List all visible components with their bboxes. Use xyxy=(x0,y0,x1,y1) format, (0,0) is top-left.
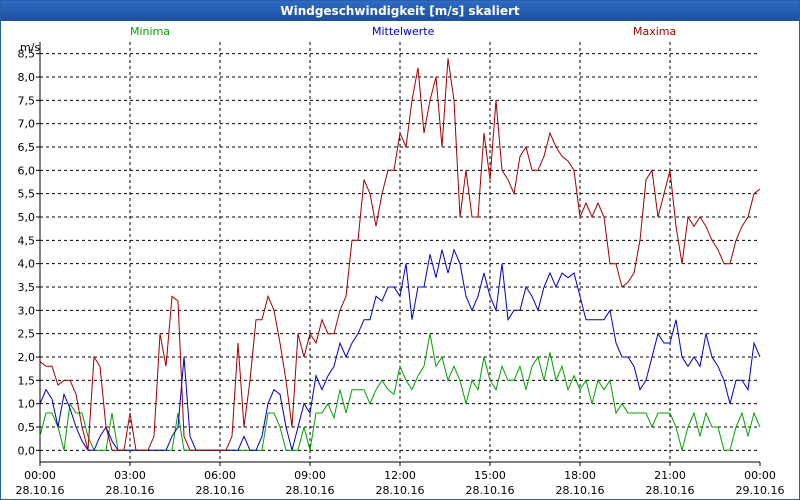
legend-mittelwerte: Mittelwerte xyxy=(372,25,435,38)
plot-area: m/s Minima Mittelwerte Maxima 0,00,51,01… xyxy=(16,25,785,497)
x-tick-date-label: 29.10.16 xyxy=(736,484,785,497)
y-tick-label: 2,0 xyxy=(18,351,36,364)
legend-maxima: Maxima xyxy=(633,25,676,38)
y-tick-label: 4,0 xyxy=(18,258,36,271)
y-tick-label: 3,0 xyxy=(18,304,36,317)
y-tick-label: 0,5 xyxy=(18,421,36,434)
x-tick-time-label: 21:00 xyxy=(654,469,686,482)
y-tick-label: 7,5 xyxy=(18,94,36,107)
x-tick-date-label: 28.10.16 xyxy=(466,484,515,497)
x-tick-time-label: 06:00 xyxy=(204,469,236,482)
y-tick-label: 5,5 xyxy=(18,188,36,201)
y-tick-label: 6,5 xyxy=(18,141,36,154)
x-tick-time-label: 09:00 xyxy=(294,469,326,482)
y-tick-label: 2,5 xyxy=(18,328,36,341)
x-tick-time-label: 12:00 xyxy=(384,469,416,482)
y-tick-label: 4,5 xyxy=(18,234,36,247)
y-tick-label: 7,0 xyxy=(18,118,36,131)
y-tick-label: 8,5 xyxy=(18,48,36,61)
x-tick-time-label: 00:00 xyxy=(24,469,56,482)
y-tick-label: 1,0 xyxy=(18,398,36,411)
y-tick-label: 5,0 xyxy=(18,211,36,224)
x-tick-date-label: 28.10.16 xyxy=(286,484,335,497)
grid xyxy=(40,42,760,462)
x-tick-date-label: 28.10.16 xyxy=(196,484,245,497)
legend-minima: Minima xyxy=(130,25,170,38)
x-tick-time-label: 00:00 xyxy=(744,469,776,482)
y-tick-label: 6,0 xyxy=(18,164,36,177)
y-tick-label: 8,0 xyxy=(18,71,36,84)
x-tick-date-label: 28.10.16 xyxy=(376,484,425,497)
x-tick-date-label: 28.10.16 xyxy=(106,484,155,497)
x-tick-date-label: 28.10.16 xyxy=(556,484,605,497)
x-tick-time-label: 18:00 xyxy=(564,469,596,482)
x-tick-date-label: 28.10.16 xyxy=(16,484,65,497)
y-tick-label: 0,0 xyxy=(18,444,36,457)
x-tick-date-label: 28.10.16 xyxy=(646,484,695,497)
x-tick-time-label: 03:00 xyxy=(114,469,146,482)
x-tick-time-label: 15:00 xyxy=(474,469,506,482)
y-tick-label: 3,5 xyxy=(18,281,36,294)
y-tick-label: 1,5 xyxy=(18,374,36,387)
